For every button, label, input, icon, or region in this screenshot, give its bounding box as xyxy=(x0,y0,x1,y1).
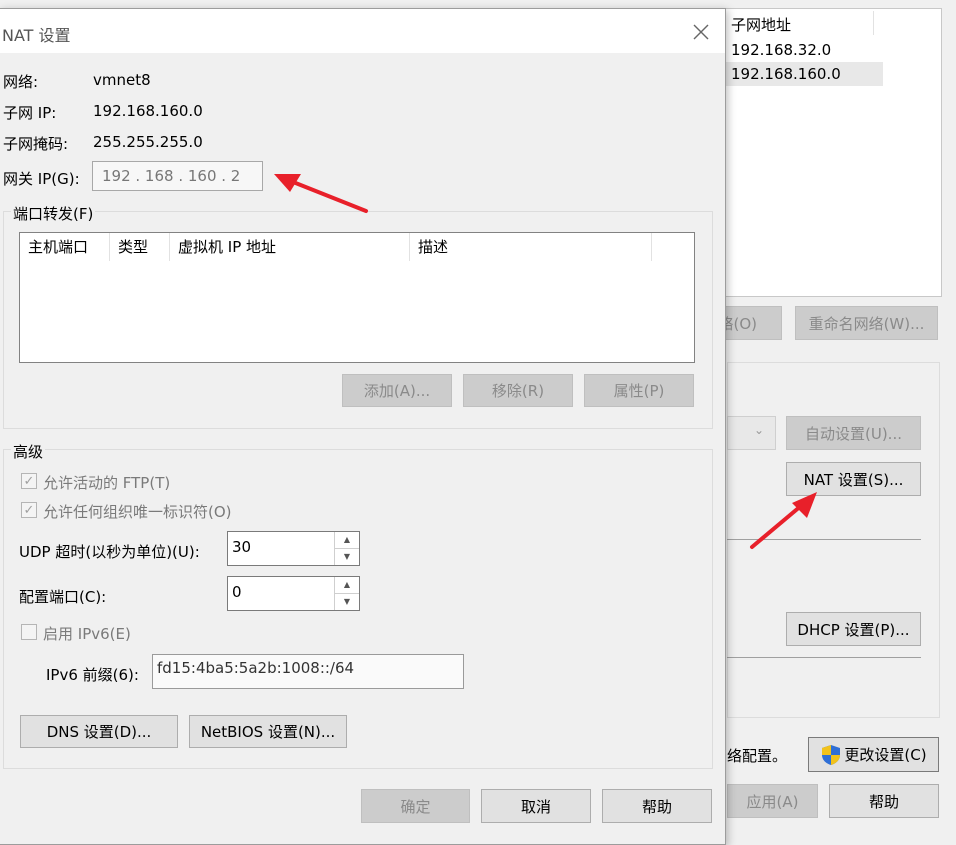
arrow-icon xyxy=(274,174,368,213)
arrow-icon xyxy=(750,492,817,549)
annotation-arrows xyxy=(274,174,817,549)
